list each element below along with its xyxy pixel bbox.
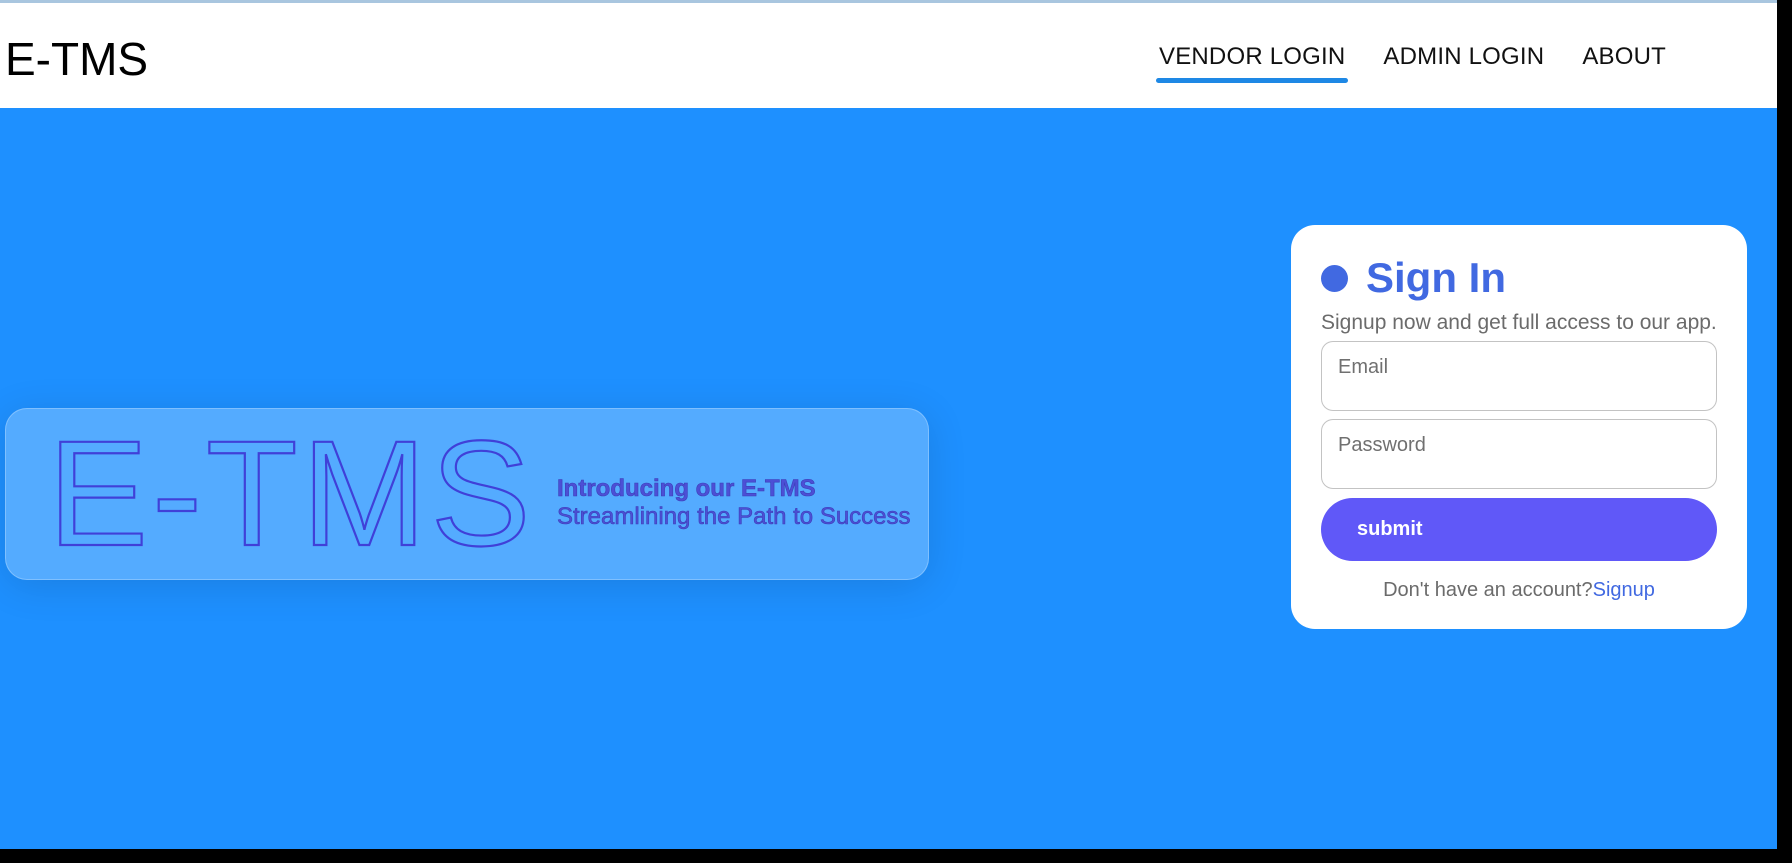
- password-input[interactable]: [1322, 420, 1716, 457]
- submit-button[interactable]: submit: [1321, 498, 1717, 561]
- signup-prompt: Don't have an account?Signup: [1291, 577, 1747, 603]
- nav-vendor-login[interactable]: VENDOR LOGIN: [1140, 41, 1364, 83]
- nav-links: VENDOR LOGIN ADMIN LOGIN ABOUT: [1140, 41, 1685, 83]
- window-edge: [1777, 0, 1792, 863]
- page-viewport: E-TMS VENDOR LOGIN ADMIN LOGIN ABOUT E-T…: [0, 0, 1777, 849]
- email-field-wrapper: [1321, 341, 1717, 411]
- top-navbar: E-TMS VENDOR LOGIN ADMIN LOGIN ABOUT: [0, 3, 1777, 108]
- signin-card: Sign In Signup now and get full access t…: [1291, 225, 1747, 629]
- signin-header: Sign In: [1321, 253, 1506, 303]
- brand-title[interactable]: E-TMS: [5, 31, 148, 87]
- signin-subtitle: Signup now and get full access to our ap…: [1321, 311, 1717, 334]
- hero-card: E-TMS Introducing our E-TMS Streamlining…: [5, 408, 929, 580]
- no-account-text: Don't have an account?: [1383, 579, 1593, 601]
- nav-about[interactable]: ABOUT: [1563, 41, 1685, 73]
- signin-dot-icon: [1321, 264, 1348, 292]
- hero-logo-outline-text: E-TMS: [47, 427, 526, 562]
- nav-admin-login[interactable]: ADMIN LOGIN: [1364, 41, 1563, 73]
- signup-link[interactable]: Signup: [1593, 579, 1655, 601]
- hero-logo-text: E-TMS: [48, 427, 526, 562]
- signin-title: Sign In: [1366, 254, 1506, 301]
- hero-tagline-line1: Introducing our E-TMS: [557, 475, 816, 503]
- hero-tagline-line2: Streamlining the Path to Success: [557, 503, 911, 531]
- email-input[interactable]: [1322, 342, 1716, 379]
- hero-tagline: Introducing our E-TMS Streamlining the P…: [557, 475, 911, 531]
- password-field-wrapper: [1321, 419, 1717, 489]
